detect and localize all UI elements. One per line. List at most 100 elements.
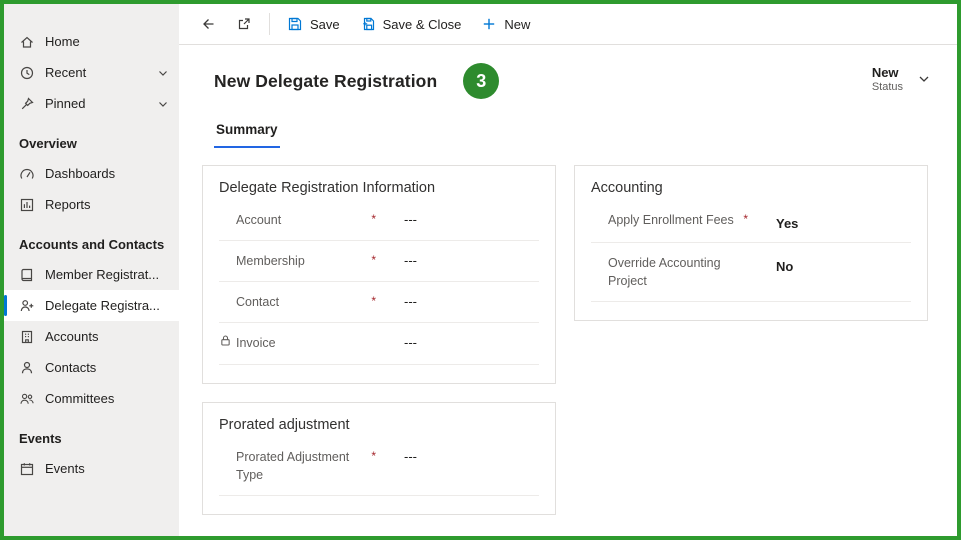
step-badge: 3 xyxy=(463,63,500,99)
card-accounting: Accounting Apply Enrollment Fees * Yes O… xyxy=(574,165,928,322)
field-value[interactable]: Yes xyxy=(776,211,798,231)
building-icon xyxy=(19,329,35,345)
card-title: Delegate Registration Information xyxy=(219,180,436,196)
field-label: Apply Enrollment Fees * xyxy=(608,212,748,227)
popout-button[interactable] xyxy=(227,9,261,39)
back-arrow-icon xyxy=(200,16,216,32)
field-override-accounting-project[interactable]: Override Accounting Project No xyxy=(591,243,911,303)
status-value: New xyxy=(871,65,899,80)
new-button-label: New xyxy=(504,16,531,32)
status-dropdown[interactable]: New Status xyxy=(872,63,931,93)
field-value[interactable]: No xyxy=(776,254,793,274)
page-header: New Delegate Registration 3 New Status xyxy=(179,45,957,99)
sidebar-item-member-registrations[interactable]: Member Registrat... xyxy=(4,259,179,290)
field-label: Prorated Adjustment Type * xyxy=(236,448,376,482)
lock-icon xyxy=(219,334,232,347)
field-value[interactable]: --- xyxy=(404,252,417,268)
save-and-close-button-label: Save & Close xyxy=(382,16,462,32)
form-content: New Delegate Registration 3 New Status S… xyxy=(179,45,957,536)
sidebar-item-reports[interactable]: Reports xyxy=(4,189,179,220)
chevron-down-icon xyxy=(917,72,931,86)
save-button-label: Save xyxy=(310,16,340,32)
field-contact[interactable]: Contact * --- xyxy=(219,282,539,324)
sidebar-item-label: Accounts xyxy=(45,329,99,344)
card-prorated-adjustment: Prorated adjustment Prorated Adjustment … xyxy=(202,401,556,515)
sidebar-item-label: Reports xyxy=(45,197,91,212)
save-icon xyxy=(287,16,303,32)
home-icon xyxy=(19,34,35,50)
required-asterisk: * xyxy=(743,212,748,226)
sidebar-item-label: Events xyxy=(45,461,85,476)
field-apply-enrollment-fees[interactable]: Apply Enrollment Fees * Yes xyxy=(591,200,911,243)
new-button[interactable]: New xyxy=(472,9,539,39)
save-close-icon xyxy=(360,16,376,32)
field-value[interactable]: --- xyxy=(404,211,417,227)
field-membership[interactable]: Membership * --- xyxy=(219,241,539,283)
sidebar-item-delegate-registrations[interactable]: Delegate Registra... xyxy=(4,290,179,321)
save-button[interactable]: Save xyxy=(278,9,349,39)
sidebar-item-label: Member Registrat... xyxy=(45,267,160,282)
sidebar-item-label: Committees xyxy=(45,391,115,406)
plus-icon xyxy=(481,16,497,32)
field-value[interactable]: --- xyxy=(404,293,417,309)
clock-icon xyxy=(19,65,35,81)
people-icon xyxy=(19,391,35,407)
card-title: Accounting xyxy=(591,180,663,196)
tab-summary[interactable]: Summary xyxy=(214,122,280,148)
sidebar-item-accounts[interactable]: Accounts xyxy=(4,321,179,352)
sidebar-group-accounts-contacts: Accounts and Contacts xyxy=(19,237,165,252)
gauge-icon xyxy=(19,166,35,182)
card-title: Prorated adjustment xyxy=(219,416,350,433)
sidebar-item-contacts[interactable]: Contacts xyxy=(4,352,179,383)
card-grid: Delegate Registration Information Accoun… xyxy=(179,148,957,535)
sidebar-item-label: Home xyxy=(45,34,80,49)
chevron-down-icon[interactable] xyxy=(157,98,169,110)
field-prorated-adjustment-type[interactable]: Prorated Adjustment Type * --- xyxy=(219,437,539,496)
back-button[interactable] xyxy=(191,9,225,39)
main-area: Save Save & Close New New Delegate Regis… xyxy=(179,4,957,536)
tab-bar: Summary xyxy=(179,99,957,148)
field-invoice[interactable]: Invoice --- xyxy=(219,323,539,365)
field-label: Membership * xyxy=(236,253,376,269)
sidebar-item-label: Recent xyxy=(45,65,87,80)
required-asterisk: * xyxy=(371,253,376,268)
field-value[interactable]: --- xyxy=(404,334,417,350)
pin-icon xyxy=(19,96,35,112)
command-bar-divider xyxy=(269,13,270,35)
sidebar-group-events: Events xyxy=(19,431,62,446)
required-asterisk: * xyxy=(371,448,376,463)
sidebar-item-label: Delegate Registra... xyxy=(45,298,160,313)
sidebar-item-dashboards[interactable]: Dashboards xyxy=(4,158,179,189)
person-add-icon xyxy=(19,298,35,314)
sidebar-group-overview: Overview xyxy=(19,136,77,151)
page-title: New Delegate Registration xyxy=(214,70,438,91)
field-label: Account * xyxy=(236,212,376,227)
field-value[interactable]: --- xyxy=(404,448,417,464)
required-asterisk: * xyxy=(371,212,376,226)
sidebar-item-recent[interactable]: Recent xyxy=(4,57,179,88)
sidebar-item-label: Pinned xyxy=(45,96,86,111)
card-delegate-registration-information: Delegate Registration Information Accoun… xyxy=(202,165,556,384)
calendar-icon xyxy=(19,461,35,477)
sidebar: Home Recent Pinned Overview Dashboards R… xyxy=(4,4,179,536)
field-label: Override Accounting Project xyxy=(608,256,721,289)
book-icon xyxy=(19,267,35,283)
chevron-down-icon[interactable] xyxy=(157,67,169,79)
sidebar-item-events[interactable]: Events xyxy=(4,453,179,484)
popout-icon xyxy=(236,16,252,32)
sidebar-item-committees[interactable]: Committees xyxy=(4,383,179,414)
field-label: Invoice xyxy=(236,336,276,351)
sidebar-item-pinned[interactable]: Pinned xyxy=(4,88,179,119)
command-bar: Save Save & Close New xyxy=(179,4,957,45)
required-asterisk: * xyxy=(371,294,376,309)
field-account[interactable]: Account * --- xyxy=(219,200,539,242)
sidebar-item-label: Dashboards xyxy=(45,166,116,181)
hamburger-menu-button[interactable] xyxy=(4,4,48,26)
app-window: Home Recent Pinned Overview Dashboards R… xyxy=(0,0,961,540)
save-and-close-button[interactable]: Save & Close xyxy=(351,9,471,39)
sidebar-item-label: Contacts xyxy=(45,360,97,375)
person-icon xyxy=(19,360,35,376)
status-label: Status xyxy=(871,81,903,93)
sidebar-item-home[interactable]: Home xyxy=(4,26,179,57)
field-label: Contact * xyxy=(236,294,376,310)
